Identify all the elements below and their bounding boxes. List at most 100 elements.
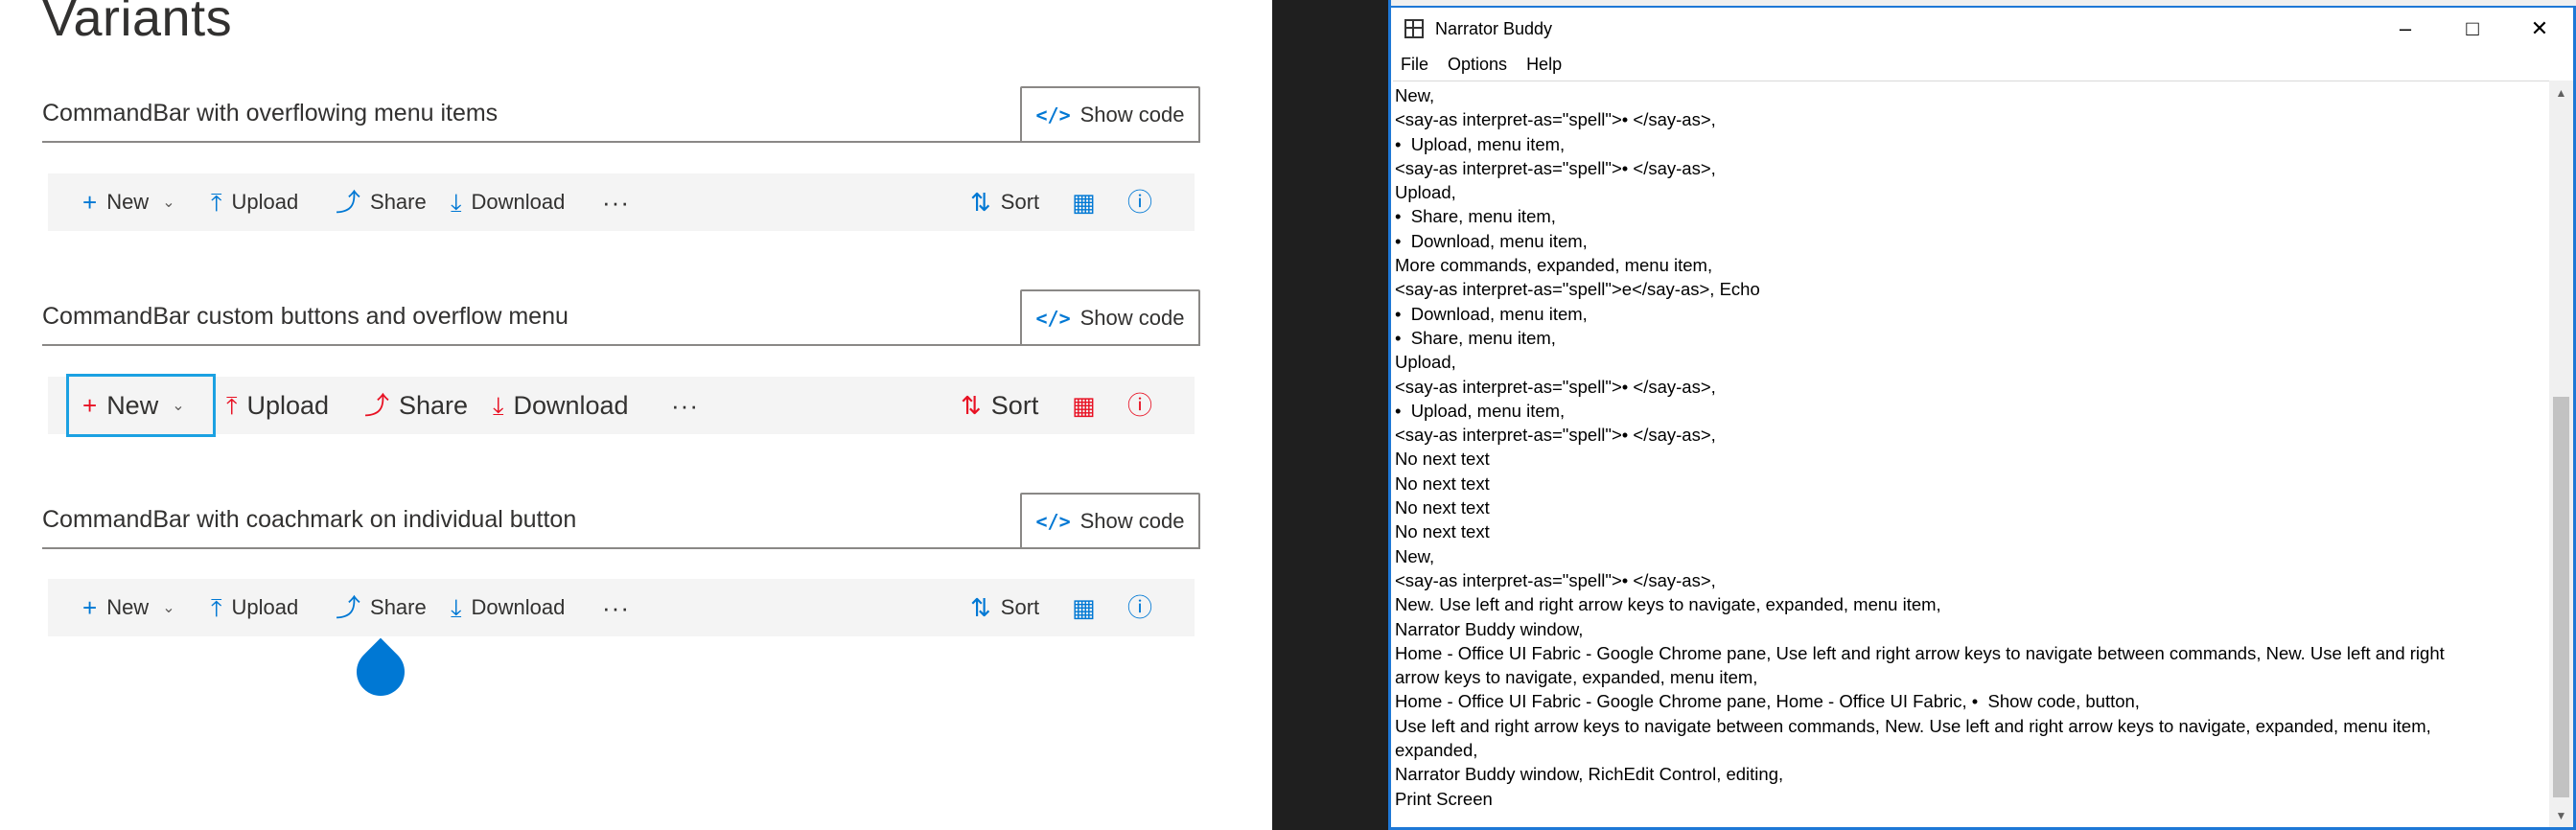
maximize-icon: □ (2466, 16, 2479, 40)
info-button[interactable]: ⓘ (1127, 579, 1152, 636)
more-commands-button[interactable]: ··· (602, 579, 630, 636)
new-label: New (106, 595, 150, 619)
command-bar-coachmark: + New ⌄ ⤒ Upload ⤴ Share ⤓ Download ··· … (48, 579, 1195, 636)
transcript-line: <say-as interpret-as="spell">• </say-as>… (1395, 109, 1716, 130)
share-label: Share (399, 390, 469, 420)
menu-help[interactable]: Help (1526, 55, 1562, 75)
code-icon: </> (1035, 306, 1071, 330)
chevron-down-icon: ⌄ (162, 195, 175, 211)
new-button[interactable]: + New ⌄ (82, 173, 175, 231)
upload-button[interactable]: ⤒ Upload (226, 377, 329, 434)
sort-button[interactable]: ⇅ Sort (970, 173, 1039, 231)
view-button[interactable]: ▦ (1072, 579, 1096, 636)
share-icon: ⤴ (336, 188, 361, 217)
transcript-line: Upload, (1395, 352, 1456, 373)
upload-button[interactable]: ⤒ Upload (211, 173, 298, 231)
section-title: CommandBar custom buttons and overflow m… (42, 303, 569, 330)
more-commands-button[interactable]: ··· (671, 377, 699, 434)
plus-icon: + (82, 188, 98, 217)
upload-label: Upload (246, 390, 330, 420)
show-code-button[interactable]: </> Show code (1020, 493, 1200, 549)
transcript-line: <say-as interpret-as="spell">• </say-as>… (1395, 157, 1716, 178)
sort-button[interactable]: ⇅ Sort (961, 377, 1038, 434)
app-icon (1404, 19, 1424, 38)
download-label: Download (513, 390, 629, 420)
chevron-down-icon: ⌄ (162, 600, 175, 616)
transcript-line: Use left and right arrow keys to navigat… (1395, 715, 2431, 736)
vertical-scrollbar[interactable]: ▲ ▼ (2549, 81, 2573, 827)
download-label: Download (471, 595, 566, 619)
download-button[interactable]: ⤓ Download (493, 377, 629, 434)
coachmark-beacon[interactable] (346, 637, 415, 706)
title-bar[interactable]: Narrator Buddy – □ ✕ (1391, 10, 2573, 48)
view-button[interactable]: ▦ (1072, 173, 1096, 231)
share-button[interactable]: ⤴ Share (336, 579, 427, 636)
transcript-line: Narrator Buddy window, RichEdit Control,… (1395, 764, 1784, 785)
sort-label: Sort (1000, 190, 1040, 214)
upload-label: Upload (231, 595, 299, 619)
more-icon: ··· (602, 592, 630, 622)
transcript-line: New, (1395, 85, 1435, 105)
menu-options[interactable]: Options (1448, 55, 1507, 75)
more-commands-button[interactable]: ··· (602, 173, 630, 231)
scroll-thumb[interactable] (2553, 397, 2569, 797)
upload-icon: ⤒ (226, 391, 238, 420)
narrator-buddy-window: Narrator Buddy – □ ✕ File Options Help N… (1388, 0, 2576, 830)
share-button[interactable]: ⤴ Share (364, 377, 468, 434)
upload-button[interactable]: ⤒ Upload (211, 579, 298, 636)
show-code-button[interactable]: </> Show code (1020, 86, 1200, 143)
download-icon: ⤓ (451, 593, 462, 622)
transcript-line: • Upload, menu item, (1395, 133, 1566, 154)
transcript-line: New, (1395, 545, 1435, 566)
minimize-icon: – (2399, 16, 2412, 40)
download-button[interactable]: ⤓ Download (451, 173, 565, 231)
new-label: New (106, 190, 150, 214)
richedit-control[interactable]: New, <say-as interpret-as="spell">• </say… (1393, 81, 2549, 827)
show-code-label: Show code (1079, 102, 1185, 127)
scroll-down-arrow-icon[interactable]: ▼ (2549, 803, 2573, 827)
show-code-button[interactable]: </> Show code (1020, 289, 1200, 346)
transcript-line: • Upload, menu item, (1395, 400, 1566, 421)
minimize-button[interactable]: – (2372, 10, 2439, 48)
download-button[interactable]: ⤓ Download (451, 579, 565, 636)
share-button[interactable]: ⤴ Share (336, 173, 427, 231)
transcript-line: • Download, menu item, (1395, 230, 1588, 251)
maximize-button[interactable]: □ (2439, 10, 2506, 48)
sort-icon: ⇅ (970, 593, 991, 622)
new-button[interactable]: + New ⌄ (82, 579, 175, 636)
transcript-line: New. Use left and right arrow keys to na… (1395, 594, 1941, 615)
transcript-line: No next text (1395, 497, 1490, 519)
code-icon: </> (1035, 103, 1071, 127)
view-icon: ▦ (1072, 593, 1096, 622)
sort-icon: ⇅ (970, 188, 991, 217)
transcript-line: More commands, expanded, menu item, (1395, 255, 1713, 276)
sort-button[interactable]: ⇅ Sort (970, 579, 1039, 636)
close-icon: ✕ (2530, 16, 2549, 40)
scroll-up-arrow-icon[interactable]: ▲ (2549, 81, 2573, 104)
view-button[interactable]: ▦ (1072, 377, 1096, 434)
info-button[interactable]: ⓘ (1127, 173, 1152, 231)
show-code-label: Show code (1079, 305, 1185, 330)
transcript-line: No next text (1395, 449, 1490, 470)
info-button[interactable]: ⓘ (1127, 377, 1152, 434)
transcript-line: arrow keys to navigate, expanded, menu i… (1395, 667, 1758, 688)
sort-icon: ⇅ (961, 391, 982, 420)
share-icon: ⤴ (364, 391, 390, 420)
upload-icon: ⤒ (211, 188, 222, 217)
close-button[interactable]: ✕ (2506, 10, 2573, 48)
transcript-line: Home - Office UI Fabric - Google Chrome … (1395, 642, 2445, 663)
narrator-buddy-window-region: Narrator Buddy – □ ✕ File Options Help N… (1365, 0, 2576, 830)
transcript-line: No next text (1395, 521, 1490, 542)
window-behind-strip (1391, 0, 2576, 8)
menu-bar: File Options Help (1391, 48, 2573, 81)
transcript-line: <say-as interpret-as="spell">• </say-as>… (1395, 569, 1716, 590)
section-title: CommandBar with overflowing menu items (42, 100, 499, 127)
download-icon: ⤓ (451, 188, 462, 217)
view-icon: ▦ (1072, 188, 1096, 217)
transcript-line: Home - Office UI Fabric - Google Chrome … (1395, 691, 2140, 712)
share-label: Share (370, 190, 427, 214)
command-bar: + New ⌄ ⤒ Upload ⤴ Share ⤓ Download ··· … (48, 173, 1195, 231)
transcript-line: <say-as interpret-as="spell">• </say-as>… (1395, 376, 1716, 397)
menu-file[interactable]: File (1401, 55, 1428, 75)
caption-buttons: – □ ✕ (2372, 10, 2573, 48)
